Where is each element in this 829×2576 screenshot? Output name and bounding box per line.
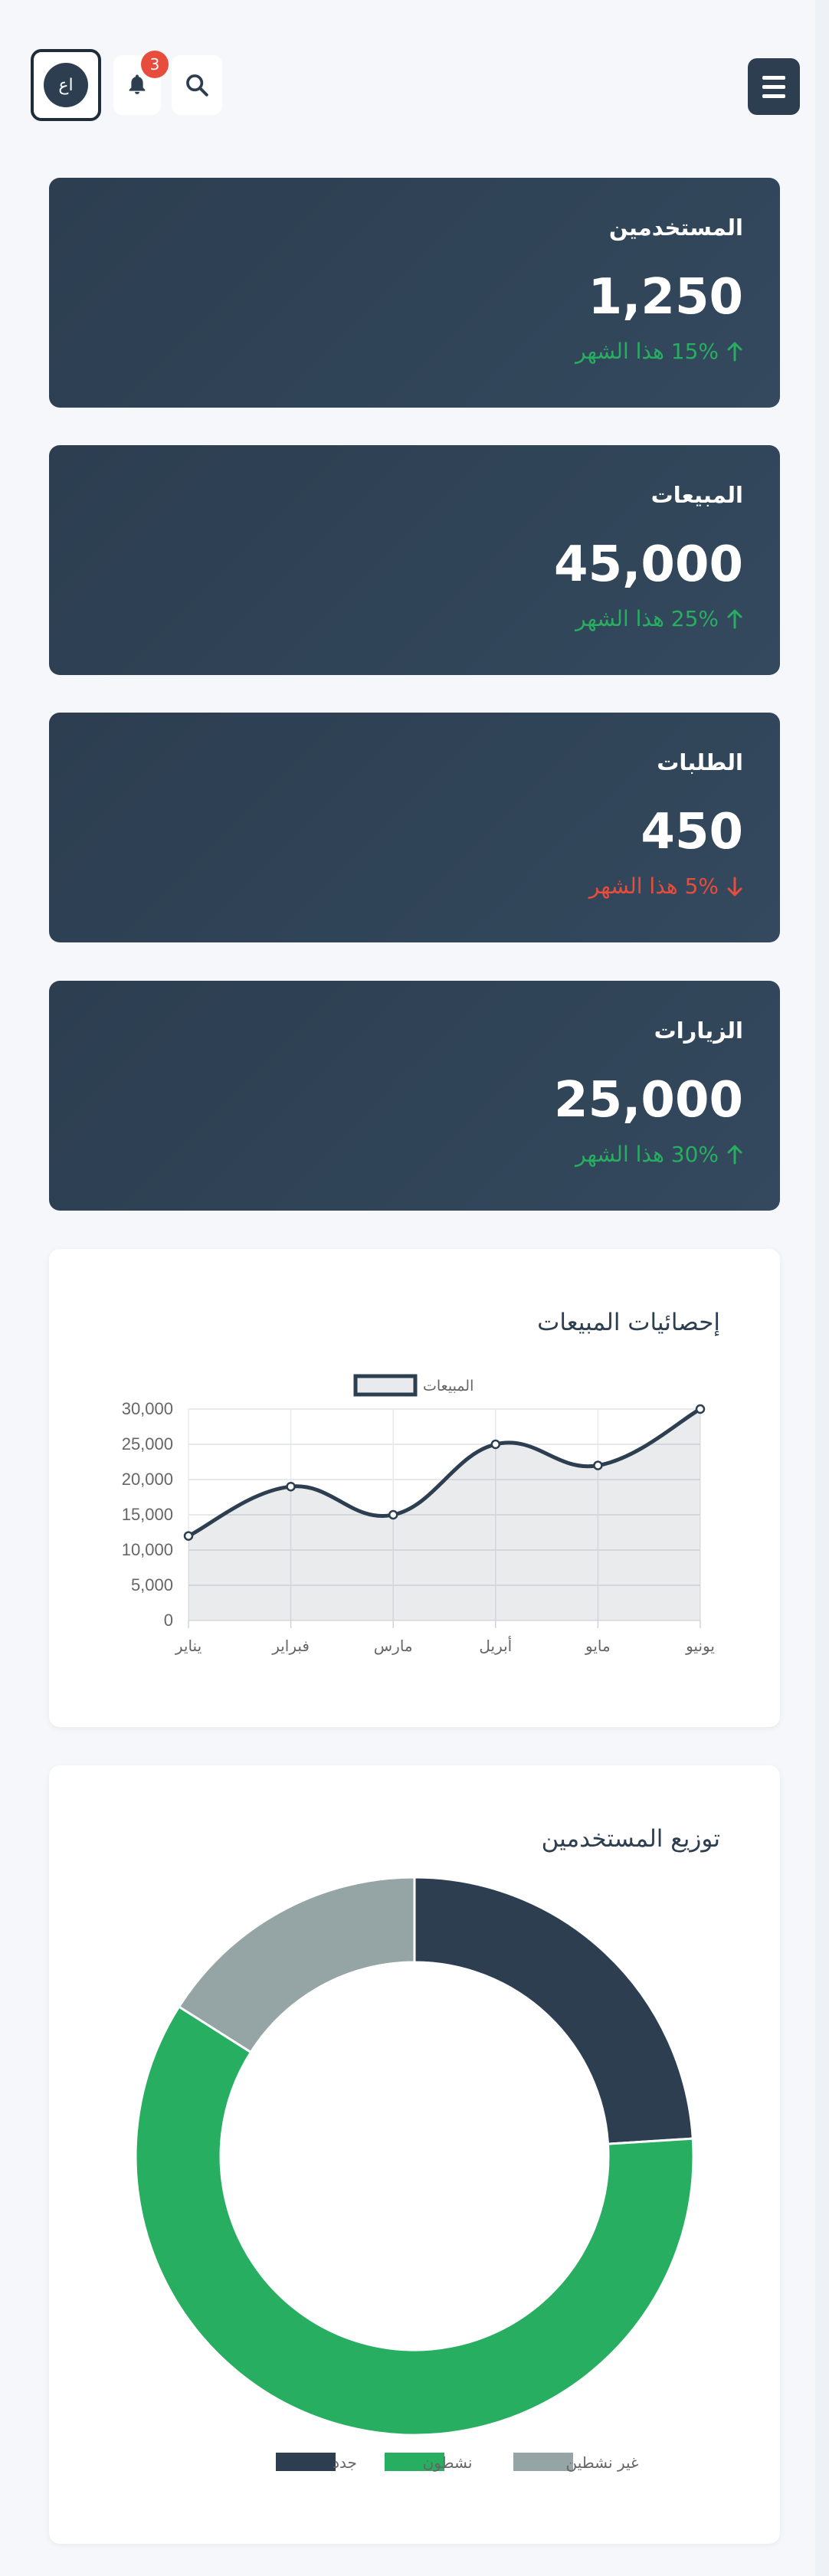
stat-change: 5% هذا الشهر: [86, 873, 743, 899]
stat-value: 45,000: [554, 536, 743, 593]
legend-label: المبيعات: [423, 1378, 473, 1395]
hamburger-icon: [762, 75, 785, 98]
x-tick-label: يونيو: [685, 1637, 715, 1655]
legend-swatch: [276, 2453, 336, 2471]
avatar: اع: [44, 63, 88, 107]
search-icon: [186, 74, 208, 97]
arrow-up-icon: [727, 342, 742, 361]
stat-card-visits[interactable]: الزيارات 25,000 30% هذا الشهر: [49, 981, 780, 1211]
data-point: [388, 1509, 398, 1520]
stat-change-text: 25% هذا الشهر: [575, 606, 719, 631]
stat-title: المستخدمين: [608, 215, 743, 241]
area-fill: [188, 1409, 700, 1621]
data-point: [183, 1531, 194, 1541]
stat-card-sales[interactable]: المبيعات 45,000 25% هذا الشهر: [49, 445, 780, 675]
donut-slice: [177, 1876, 416, 2054]
top-bar: اع 3: [29, 49, 800, 121]
stat-title: الزيارات: [654, 1018, 743, 1044]
legend-swatch: [513, 2453, 573, 2471]
notifications-button[interactable]: 3: [113, 51, 169, 115]
x-tick-label: يناير: [175, 1637, 202, 1655]
users-donut-chart[interactable]: جدد نشطون غير نشطين: [49, 1765, 780, 2544]
stat-change: 30% هذا الشهر: [86, 1142, 743, 1167]
x-tick-label: مايو: [585, 1637, 611, 1655]
user-menu-button[interactable]: اع: [31, 49, 101, 121]
stat-value: 25,000: [554, 1072, 743, 1129]
data-point: [490, 1439, 501, 1450]
x-tick-label: مارس: [374, 1637, 413, 1655]
stat-card-orders[interactable]: الطلبات 450 5% هذا الشهر: [49, 713, 780, 942]
stat-title: الطلبات: [657, 749, 743, 775]
legend-label: جدد: [333, 2453, 357, 2472]
stat-title: المبيعات: [650, 482, 743, 508]
y-tick-label: 5,000: [131, 1575, 173, 1594]
y-tick-label: 15,000: [122, 1505, 173, 1524]
legend-label: نشطون: [423, 2453, 473, 2472]
stat-card-users[interactable]: المستخدمين 1,250 15% هذا الشهر: [49, 178, 780, 408]
chart-legend: جدد نشطون غير نشطين: [276, 2453, 638, 2472]
notification-count-badge: 3: [141, 51, 169, 78]
stat-value: 450: [641, 804, 743, 860]
users-chart-card: توزيع المستخدمين جدد نشطون غير نشطين: [49, 1765, 780, 2544]
legend-label: غير نشطين: [566, 2453, 639, 2472]
stat-change-text: 15% هذا الشهر: [575, 339, 719, 364]
stat-change: 25% هذا الشهر: [86, 606, 743, 631]
x-tick-label: أبريل: [479, 1636, 512, 1655]
data-point: [593, 1460, 603, 1470]
bell-icon: [129, 74, 146, 94]
y-tick-label: 10,000: [122, 1540, 173, 1559]
sales-chart-card: إحصائيات المبيعات المبيعات 0 5,000 10,000 15…: [49, 1249, 780, 1727]
y-tick-label: 0: [164, 1611, 173, 1630]
donut-slice: [413, 1876, 694, 2145]
arrow-down-icon: [727, 877, 742, 896]
y-tick-label: 25,000: [122, 1434, 173, 1454]
x-tick-label: فبراير: [271, 1637, 310, 1655]
stat-change-text: 30% هذا الشهر: [575, 1142, 719, 1167]
arrow-up-icon: [727, 609, 742, 628]
stat-value: 1,250: [588, 269, 743, 326]
y-tick-label: 30,000: [122, 1399, 173, 1418]
legend-swatch: [353, 1374, 418, 1397]
arrow-up-icon: [727, 1145, 742, 1164]
data-point: [695, 1404, 706, 1414]
page-scrollbar[interactable]: [815, 0, 829, 2576]
sales-line-chart[interactable]: المبيعات 0 5,000 10,000 15,000 20,000 25,000 30…: [49, 1249, 780, 1727]
search-button[interactable]: [172, 55, 222, 115]
stat-change: 15% هذا الشهر: [86, 339, 743, 364]
data-point: [286, 1481, 296, 1492]
dashboard-page: اع 3 المستخدمين 1,250 15% هذا الشهر المب…: [0, 0, 829, 2576]
y-tick-label: 20,000: [122, 1470, 173, 1489]
menu-button[interactable]: [748, 58, 800, 115]
chart-legend: المبيعات: [353, 1374, 473, 1397]
stat-change-text: 5% هذا الشهر: [588, 873, 719, 899]
